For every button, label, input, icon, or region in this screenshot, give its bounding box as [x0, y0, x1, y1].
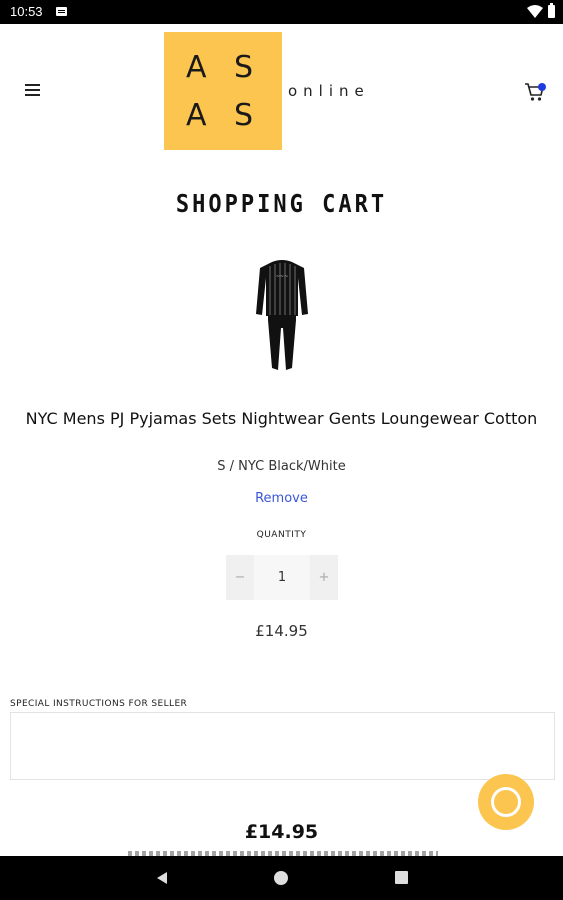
logo-letter: S — [234, 98, 254, 133]
logo-letter: A — [186, 50, 207, 85]
special-instructions-textarea[interactable] — [10, 712, 555, 780]
chat-bubble-icon — [491, 787, 521, 817]
home-circle-icon[interactable] — [274, 871, 288, 885]
logo-wordmark: online — [288, 82, 370, 100]
quantity-input[interactable] — [254, 555, 310, 600]
line-item-price: £14.95 — [255, 622, 308, 640]
page-title: SHOPPING CART — [175, 190, 388, 219]
logo-letter: S — [234, 50, 254, 85]
hamburger-menu-icon[interactable] — [25, 84, 40, 96]
status-bar: 10:53 — [0, 0, 563, 24]
decrement-button[interactable]: − — [226, 555, 254, 600]
quantity-stepper: − + — [226, 555, 338, 600]
product-variant: S / NYC Black/White — [217, 459, 346, 474]
cart-subtotal: £14.95 — [244, 821, 319, 843]
message-notification-icon — [56, 7, 67, 16]
logo[interactable]: A S A S — [164, 32, 282, 150]
screen: 10:53 A S A S online SHOPPING CART ~~~ N… — [0, 0, 563, 900]
remove-item-link[interactable]: Remove — [0, 491, 563, 506]
svg-text:~~~: ~~~ — [276, 274, 289, 280]
product-title[interactable]: NYC Mens PJ Pyjamas Sets Nightwear Gents… — [22, 406, 541, 432]
status-time: 10:53 — [10, 4, 43, 19]
battery-icon — [548, 3, 555, 18]
cart-count-badge — [538, 83, 546, 91]
chat-button[interactable] — [478, 774, 534, 830]
recents-square-icon[interactable] — [395, 871, 408, 884]
back-triangle-icon[interactable] — [155, 871, 169, 885]
wifi-icon — [527, 5, 543, 18]
product-image[interactable]: ~~~ — [254, 258, 310, 374]
special-instructions-label: SPECIAL INSTRUCTIONS FOR SELLER — [10, 699, 188, 709]
system-nav-bar — [0, 856, 563, 900]
quantity-label: QUANTITY — [256, 530, 307, 540]
increment-button[interactable]: + — [310, 555, 338, 600]
logo-letter: A — [186, 98, 207, 133]
